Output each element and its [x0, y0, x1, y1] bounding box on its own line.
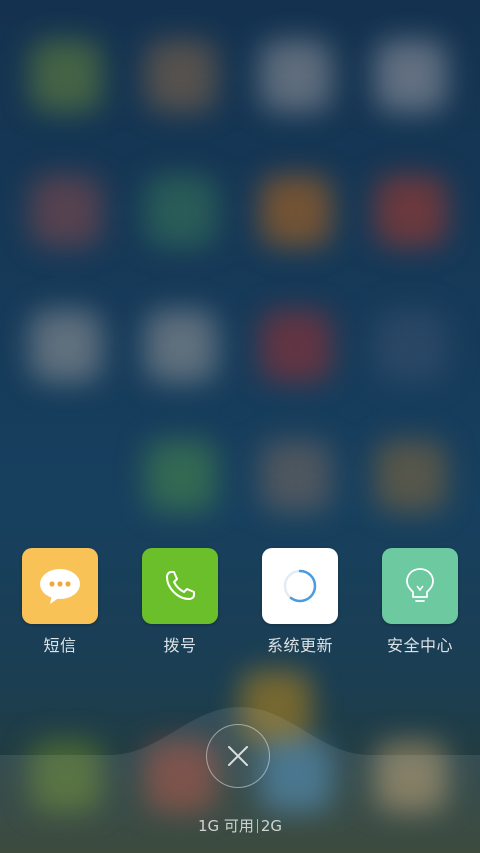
recent-app-dialer[interactable]: 拨号 [125, 548, 235, 656]
recent-app-label: 安全中心 [386, 636, 453, 655]
recent-app-security-center[interactable]: 安全中心 [365, 548, 475, 656]
close-icon [228, 746, 248, 766]
message-icon [22, 548, 98, 624]
security-center-icon [382, 548, 458, 624]
recent-app-label: 短信 [43, 636, 77, 655]
memory-available: 1G 可用 [197, 817, 254, 835]
clear-all-button[interactable] [206, 724, 270, 788]
update-icon [262, 548, 338, 624]
recent-apps-row: 短信 拨号 系统更新 安全中心 [0, 548, 480, 658]
recent-app-system-update[interactable]: 系统更新 [245, 548, 355, 656]
recent-apps-screen: 短信 拨号 系统更新 安全中心 1G 可用 2G [0, 0, 480, 853]
phone-icon [142, 548, 218, 624]
recent-app-label: 拨号 [163, 636, 197, 655]
memory-info: 1G 可用 2G [0, 815, 480, 836]
memory-total: 2G [260, 817, 283, 835]
recent-app-messages[interactable]: 短信 [5, 548, 115, 656]
memory-separator [256, 819, 258, 833]
recent-app-label: 系统更新 [266, 636, 333, 655]
